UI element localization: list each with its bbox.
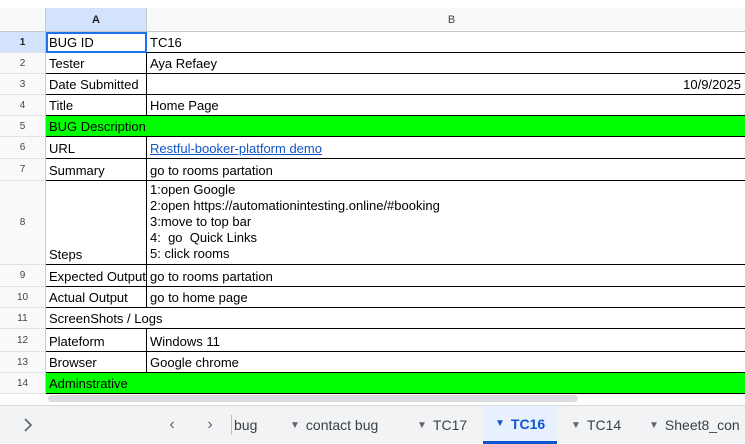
- tab-label: contact bug: [305, 417, 379, 433]
- sheet-tab-tc17[interactable]: ▼ TC17: [417, 406, 467, 444]
- cell-a14[interactable]: Adminstrative: [46, 373, 147, 394]
- cell-b14[interactable]: [147, 373, 745, 394]
- row-number[interactable]: 10: [0, 287, 46, 308]
- tab-label: TC14: [586, 417, 622, 433]
- sheet-tab-bar: ‹ › bug ▼ contact bug ▼ TC17 ▼ TC16 ▼ TC…: [0, 405, 745, 444]
- cell-b9[interactable]: go to rooms partation: [147, 265, 745, 287]
- table-row: 2 Tester Aya Refaey: [0, 53, 745, 74]
- caret-down-icon[interactable]: ▼: [290, 420, 300, 431]
- cell-a5[interactable]: BUG Description: [46, 116, 147, 137]
- cell-a9[interactable]: Expected Output: [46, 265, 147, 287]
- table-row: 14 Adminstrative: [0, 373, 745, 394]
- row-number[interactable]: 2: [0, 53, 46, 74]
- row-number[interactable]: 13: [0, 352, 46, 373]
- cell-a3[interactable]: Date Submitted: [46, 74, 147, 95]
- caret-down-icon[interactable]: ▼: [417, 420, 427, 431]
- sheet-tab-contact-bug[interactable]: ▼ contact bug: [290, 406, 378, 444]
- spreadsheet-grid: A B 1 BUG ID TC16 2 Tester Aya Refaey 3 …: [0, 0, 745, 395]
- row-number[interactable]: 3: [0, 74, 46, 95]
- table-row: 4 Title Home Page: [0, 95, 745, 116]
- column-header-a[interactable]: A: [46, 8, 147, 32]
- cell-b13[interactable]: Google chrome: [147, 352, 745, 373]
- cell-a2[interactable]: Tester: [46, 53, 147, 74]
- cell-a8[interactable]: Steps: [46, 181, 147, 265]
- cell-b11[interactable]: [147, 308, 745, 329]
- table-row: 9 Expected Output go to rooms partation: [0, 265, 745, 287]
- cell-a4[interactable]: Title: [46, 95, 147, 116]
- sheet-tab-tc14[interactable]: ▼ TC14: [571, 406, 621, 444]
- url-link[interactable]: Restful-booker-platform demo: [150, 141, 322, 156]
- cell-b10[interactable]: go to home page: [147, 287, 745, 308]
- cell-b8[interactable]: 1:open Google 2:open https://automationi…: [147, 181, 745, 265]
- sheet-tab-tc16[interactable]: ▼ TC16: [483, 406, 558, 444]
- table-row: 7 Summary go to rooms partation: [0, 159, 745, 181]
- step-line: 3:move to top bar: [150, 214, 252, 229]
- cell-a1[interactable]: BUG ID: [46, 32, 147, 53]
- cell-a6[interactable]: URL: [46, 137, 147, 159]
- row-number[interactable]: 14: [0, 373, 46, 394]
- caret-down-icon[interactable]: ▼: [571, 420, 581, 431]
- caret-down-icon[interactable]: ▼: [649, 420, 659, 431]
- tab-label: TC16: [510, 415, 546, 432]
- table-row: 1 BUG ID TC16: [0, 32, 745, 53]
- row-number[interactable]: 4: [0, 95, 46, 116]
- cell-b12[interactable]: Windows 11: [147, 329, 745, 352]
- cell-a13[interactable]: Browser: [46, 352, 147, 373]
- cell-a7[interactable]: Summary: [46, 159, 147, 181]
- cell-b3[interactable]: 10/9/2025: [147, 74, 745, 95]
- cell-b6[interactable]: Restful-booker-platform demo: [147, 137, 745, 159]
- caret-down-icon[interactable]: ▼: [495, 418, 505, 429]
- cell-b1[interactable]: TC16: [147, 32, 745, 53]
- cell-a12[interactable]: Plateform: [46, 329, 147, 352]
- cell-b4[interactable]: Home Page: [147, 95, 745, 116]
- cell-b5[interactable]: [147, 116, 745, 137]
- row-number[interactable]: 7: [0, 159, 46, 181]
- table-row: 11 ScreenShots / Logs: [0, 308, 745, 329]
- row-number[interactable]: 11: [0, 308, 46, 329]
- tab-label: Sheet8_con: [664, 417, 740, 433]
- sheet-tab-sheet8[interactable]: ▼ Sheet8_con: [649, 406, 740, 444]
- table-row: 5 BUG Description: [0, 116, 745, 137]
- cell-b2[interactable]: Aya Refaey: [147, 53, 745, 74]
- row-number[interactable]: 8: [0, 181, 46, 265]
- step-line: 5: click rooms: [150, 246, 230, 261]
- row-number[interactable]: 9: [0, 265, 46, 287]
- sheet-tab-bug[interactable]: bug: [231, 415, 257, 435]
- table-row: 13 Browser Google chrome: [0, 352, 745, 373]
- tab-label: bug: [234, 417, 258, 433]
- scroll-tabs-left-button[interactable]: ‹: [162, 406, 182, 444]
- step-line: 1:open Google: [150, 182, 236, 197]
- row-number[interactable]: 12: [0, 329, 46, 352]
- table-row: 12 Plateform Windows 11: [0, 329, 745, 352]
- cell-b7[interactable]: go to rooms partation: [147, 159, 745, 181]
- select-all-corner[interactable]: [0, 8, 46, 32]
- row-number[interactable]: 1: [0, 32, 46, 53]
- table-row: 10 Actual Output go to home page: [0, 287, 745, 308]
- table-row: 8 Steps 1:open Google 2:open https://aut…: [0, 181, 745, 265]
- scroll-tabs-right-button[interactable]: ›: [200, 406, 220, 444]
- chevron-right-icon[interactable]: [18, 406, 38, 444]
- table-row: 6 URL Restful-booker-platform demo: [0, 137, 745, 159]
- cell-a11[interactable]: ScreenShots / Logs: [46, 308, 162, 329]
- column-header-b[interactable]: B: [147, 8, 745, 32]
- table-row: 3 Date Submitted 10/9/2025: [0, 74, 745, 95]
- step-line: 2:open https://automationintesting.onlin…: [150, 198, 440, 213]
- row-number[interactable]: 5: [0, 116, 46, 137]
- tab-label: TC17: [432, 417, 468, 433]
- horizontal-scrollbar[interactable]: [48, 395, 578, 402]
- row-number[interactable]: 6: [0, 137, 46, 159]
- cell-a10[interactable]: Actual Output: [46, 287, 147, 308]
- step-line: 4: go Quick Links: [150, 230, 257, 245]
